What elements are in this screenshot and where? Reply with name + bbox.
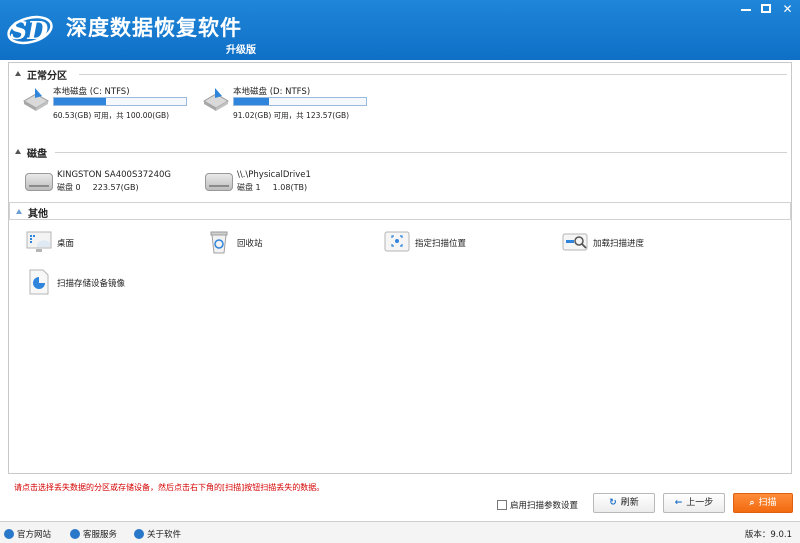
back-button[interactable]: ← 上一步 — [663, 493, 725, 513]
logo-text: SD — [10, 16, 48, 45]
collapse-icon — [15, 149, 21, 154]
app-subtitle: 升级版 — [226, 45, 256, 56]
partition-capacity: 91.02(GB) 可用，共 123.57(GB) — [233, 111, 350, 120]
disk-1[interactable]: \\.\PhysicalDrive1 磁盘 1 1.08(TB) — [205, 170, 375, 196]
scan-location-icon — [384, 231, 410, 252]
refresh-label: 刷新 — [620, 498, 639, 508]
about-link[interactable]: 关于软件 — [134, 528, 181, 540]
collapse-icon — [15, 71, 21, 76]
close-icon: ✕ — [782, 2, 793, 16]
recycle-bin-icon — [210, 231, 228, 254]
drive-icon — [203, 88, 229, 111]
minimize-button[interactable] — [735, 0, 757, 18]
hdd-icon — [205, 173, 233, 191]
usage-bar — [53, 97, 187, 106]
disk-label: 磁盘 0 — [57, 183, 81, 192]
title-bar: SD 深度数据恢复软件 升级版 ✕ — [0, 0, 800, 60]
usage-fill — [54, 98, 107, 105]
section-label: 正常分区 — [27, 71, 67, 82]
maximize-icon — [761, 4, 771, 13]
support-label: 客服服务 — [83, 530, 118, 540]
disk-name: \\.\PhysicalDrive1 — [237, 170, 311, 180]
minimize-icon — [741, 9, 751, 11]
section-disks[interactable]: 磁盘 — [9, 145, 791, 160]
desktop-icon — [26, 231, 52, 252]
tool-load-progress[interactable]: 加载扫描进度 — [561, 229, 731, 257]
version-label: 版本：9.0.1 — [744, 530, 792, 540]
back-label: 上一步 — [686, 498, 714, 508]
info-icon — [134, 529, 144, 539]
home-icon — [4, 529, 14, 539]
hdd-icon — [25, 173, 53, 191]
section-other[interactable]: 其他 — [9, 202, 791, 220]
main-panel: 正常分区 本地磁盘 (C: NTFS) 60.53(GB) 可用，共 100.0… — [8, 62, 792, 474]
partition-capacity: 60.53(GB) 可用，共 100.00(GB) — [53, 111, 170, 120]
scan-params-checkbox[interactable]: 启用扫描参数设置 — [497, 499, 578, 511]
support-icon — [70, 529, 80, 539]
divider — [79, 74, 787, 75]
partition-d[interactable]: 本地磁盘 (D: NTFS) 91.02(GB) 可用，共 123.57(GB) — [201, 85, 381, 121]
about-label: 关于软件 — [147, 530, 182, 540]
support-link[interactable]: 客服服务 — [70, 528, 117, 540]
section-partitions[interactable]: 正常分区 — [9, 67, 791, 82]
partition-name: 本地磁盘 (C: NTFS) — [53, 87, 130, 97]
disk-name: KINGSTON SA400S37240G — [57, 170, 171, 180]
official-site-label: 官方网站 — [17, 530, 52, 540]
partition-name: 本地磁盘 (D: NTFS) — [233, 87, 311, 97]
instruction-hint: 请点击选择丢失数据的分区或存储设备，然后点击右下角的[扫描]按钮扫描丢失的数据。 — [14, 483, 325, 492]
partition-c[interactable]: 本地磁盘 (C: NTFS) 60.53(GB) 可用，共 100.00(GB) — [21, 85, 201, 121]
disk-label: 磁盘 1 — [237, 183, 261, 192]
maximize-button[interactable] — [755, 0, 777, 18]
disk-image-icon — [29, 269, 49, 295]
status-bar: 官方网站 客服服务 关于软件 版本：9.0.1 — [0, 521, 800, 543]
arrow-left-icon: ← — [674, 498, 683, 508]
checkbox-label: 启用扫描参数设置 — [510, 501, 579, 511]
checkbox-box[interactable] — [497, 500, 507, 510]
tool-label: 加载扫描进度 — [593, 239, 645, 249]
search-icon: ⌕ — [749, 498, 755, 508]
disk-size: 223.57(GB) — [92, 183, 139, 192]
refresh-button[interactable]: ↻ 刷新 — [593, 493, 655, 513]
tool-scan-location[interactable]: 指定扫描位置 — [383, 229, 553, 257]
tool-disk-image[interactable]: 扫描存储设备镜像 — [25, 269, 215, 297]
tool-recycle-bin[interactable]: 回收站 — [205, 229, 365, 257]
disk-size: 1.08(TB) — [272, 183, 308, 192]
tool-label: 扫描存储设备镜像 — [57, 279, 126, 289]
tool-desktop[interactable]: 桌面 — [25, 229, 185, 257]
app-title: 深度数据恢复软件 — [66, 16, 242, 40]
scan-button[interactable]: ⌕ 扫描 — [733, 493, 793, 513]
section-label: 磁盘 — [27, 149, 47, 160]
official-site-link[interactable]: 官方网站 — [4, 528, 51, 540]
section-label: 其他 — [28, 209, 48, 220]
load-progress-icon — [562, 233, 588, 251]
close-button[interactable]: ✕ — [775, 0, 800, 18]
disk-0[interactable]: KINGSTON SA400S37240G 磁盘 0 223.57(GB) — [25, 170, 195, 196]
usage-fill — [234, 98, 269, 105]
scan-label: 扫描 — [758, 498, 777, 508]
usage-bar — [233, 97, 367, 106]
tool-label: 回收站 — [237, 239, 263, 249]
tool-label: 桌面 — [57, 239, 75, 249]
refresh-icon: ↻ — [609, 498, 617, 508]
drive-icon — [23, 88, 49, 111]
app-logo-icon: SD — [7, 15, 53, 45]
collapse-icon — [16, 209, 22, 214]
tool-label: 指定扫描位置 — [415, 239, 467, 249]
divider — [55, 152, 787, 153]
